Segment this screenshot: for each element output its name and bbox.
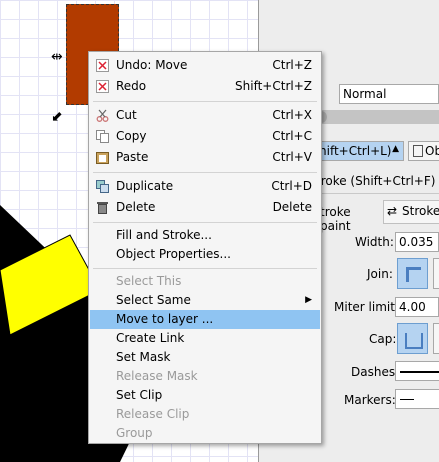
- tab-stroke-style[interactable]: ⇄ Stroke: [383, 200, 439, 224]
- tab-stroke-paint-label: troke paint: [320, 205, 351, 233]
- menu-item-release-clip-label: Release Clip: [116, 407, 190, 421]
- width-input[interactable]: 0.035: [395, 232, 439, 252]
- menu-item-duplicate-accel: Ctrl+D: [271, 179, 312, 193]
- menu-item-redo-accel: Shift+Ctrl+Z: [235, 79, 312, 93]
- blend-mode-value: Normal: [343, 87, 387, 101]
- dashes-select[interactable]: [395, 361, 439, 381]
- blend-mode-select[interactable]: Normal: [339, 84, 439, 104]
- markers-label: Markers:: [344, 393, 396, 407]
- menu-item-select-same[interactable]: Select Same ▶: [90, 291, 320, 310]
- dash-solid-line-icon: [400, 371, 439, 373]
- miter-limit-label: Miter limit:: [334, 300, 399, 314]
- menu-item-copy-accel: Ctrl+C: [272, 129, 312, 143]
- miter-limit-value: 4.00: [399, 300, 426, 314]
- menu-item-fill-stroke[interactable]: Fill and Stroke...: [90, 226, 320, 245]
- menu-item-select-same-label: Select Same: [116, 293, 191, 307]
- menu-item-release-clip: Release Clip: [90, 405, 320, 424]
- menu-item-object-properties-label: Object Properties...: [116, 247, 231, 261]
- cap-butt-icon: [405, 333, 423, 349]
- tab-stroke-paint[interactable]: troke paint: [316, 202, 382, 233]
- menu-item-set-mask[interactable]: Set Mask: [90, 348, 320, 367]
- menu-item-paste[interactable]: Paste Ctrl+V: [90, 148, 320, 167]
- menu-item-redo-label: Redo: [116, 79, 147, 93]
- width-label: Width:: [355, 235, 394, 249]
- join-miter-icon: [406, 267, 421, 282]
- scale-handle-left-icon[interactable]: ⇹: [51, 50, 63, 64]
- menu-item-cut-label: Cut: [116, 108, 137, 122]
- submenu-arrow-icon: ▶: [305, 295, 312, 305]
- menu-item-undo-accel: Ctrl+Z: [272, 58, 312, 72]
- menu-item-duplicate[interactable]: Duplicate Ctrl+D: [90, 177, 320, 196]
- objects-button[interactable]: Ob: [408, 141, 439, 161]
- menu-item-delete-label: Delete: [116, 200, 156, 214]
- cap-butt-button[interactable]: [397, 323, 428, 354]
- join-label: Join:: [367, 267, 393, 281]
- stroke-style-icon: ⇄: [387, 204, 398, 218]
- triangle-up-icon: ▲: [392, 144, 399, 154]
- menu-item-undo[interactable]: Undo: Move Ctrl+Z: [90, 56, 320, 75]
- menu-item-paste-accel: Ctrl+V: [272, 150, 312, 164]
- menu-item-copy[interactable]: Copy Ctrl+C: [90, 127, 320, 146]
- undo-icon: [96, 59, 109, 72]
- objects-icon: [413, 145, 423, 157]
- menu-item-delete[interactable]: Delete Delete: [90, 198, 320, 217]
- miter-limit-input[interactable]: 4.00: [395, 297, 439, 317]
- menu-item-undo-label: Undo: Move: [116, 58, 188, 72]
- menu-item-delete-accel: Delete: [272, 200, 312, 214]
- cap-label: Cap:: [369, 332, 397, 346]
- menu-item-group: Group: [90, 424, 320, 443]
- dashes-label: Dashes:: [351, 365, 400, 379]
- paste-icon: [96, 151, 109, 164]
- menu-item-redo[interactable]: Redo Shift+Ctrl+Z: [90, 77, 320, 96]
- menu-item-set-mask-label: Set Mask: [116, 350, 171, 364]
- fill-mode-button[interactable]: hift+Ctrl+L) ▲: [316, 141, 404, 161]
- fill-shortcut-label: hift+Ctrl+L): [319, 144, 392, 158]
- menu-item-group-label: Group: [116, 426, 153, 440]
- menu-item-cut[interactable]: Cut Ctrl+X: [90, 106, 320, 125]
- join-miter-button[interactable]: [397, 258, 428, 289]
- menu-item-create-link[interactable]: Create Link: [90, 329, 320, 348]
- redo-icon: [96, 80, 109, 93]
- markers-select[interactable]: [395, 389, 439, 409]
- stroke-shortcut-label: troke (Shift+Ctrl+F): [316, 174, 436, 188]
- menu-item-paste-label: Paste: [116, 150, 149, 164]
- tab-stroke-style-label: Stroke: [402, 204, 439, 218]
- menu-item-release-mask-label: Release Mask: [116, 369, 198, 383]
- join-round-button[interactable]: [433, 258, 439, 289]
- menu-item-select-this: Select This: [90, 272, 320, 291]
- duplicate-icon: [96, 180, 109, 193]
- cut-icon: [96, 109, 109, 122]
- cap-round-button[interactable]: [433, 323, 439, 354]
- width-value: 0.035: [399, 235, 434, 249]
- menu-item-object-properties[interactable]: Object Properties...: [90, 245, 320, 264]
- marker-none-icon: [400, 399, 414, 400]
- menu-item-fill-stroke-label: Fill and Stroke...: [116, 228, 212, 242]
- objects-label: Ob: [425, 144, 439, 158]
- menu-item-copy-label: Copy: [116, 129, 147, 143]
- menu-item-move-to-layer[interactable]: Move to layer ...: [90, 310, 320, 329]
- menu-item-select-this-label: Select This: [116, 274, 182, 288]
- menu-item-create-link-label: Create Link: [116, 331, 185, 345]
- menu-item-move-to-layer-label: Move to layer ...: [116, 312, 214, 326]
- menu-item-cut-accel: Ctrl+X: [272, 108, 312, 122]
- menu-item-release-mask: Release Mask: [90, 367, 320, 386]
- context-menu: Undo: Move Ctrl+Z Redo Shift+Ctrl+Z Cut …: [88, 51, 322, 444]
- menu-item-duplicate-label: Duplicate: [116, 179, 174, 193]
- scale-handle-bottom-left-icon[interactable]: ⬋: [51, 110, 63, 124]
- menu-item-set-clip[interactable]: Set Clip: [90, 386, 320, 405]
- copy-icon: [96, 130, 109, 143]
- trash-icon: [96, 201, 109, 214]
- menu-item-set-clip-label: Set Clip: [116, 388, 163, 402]
